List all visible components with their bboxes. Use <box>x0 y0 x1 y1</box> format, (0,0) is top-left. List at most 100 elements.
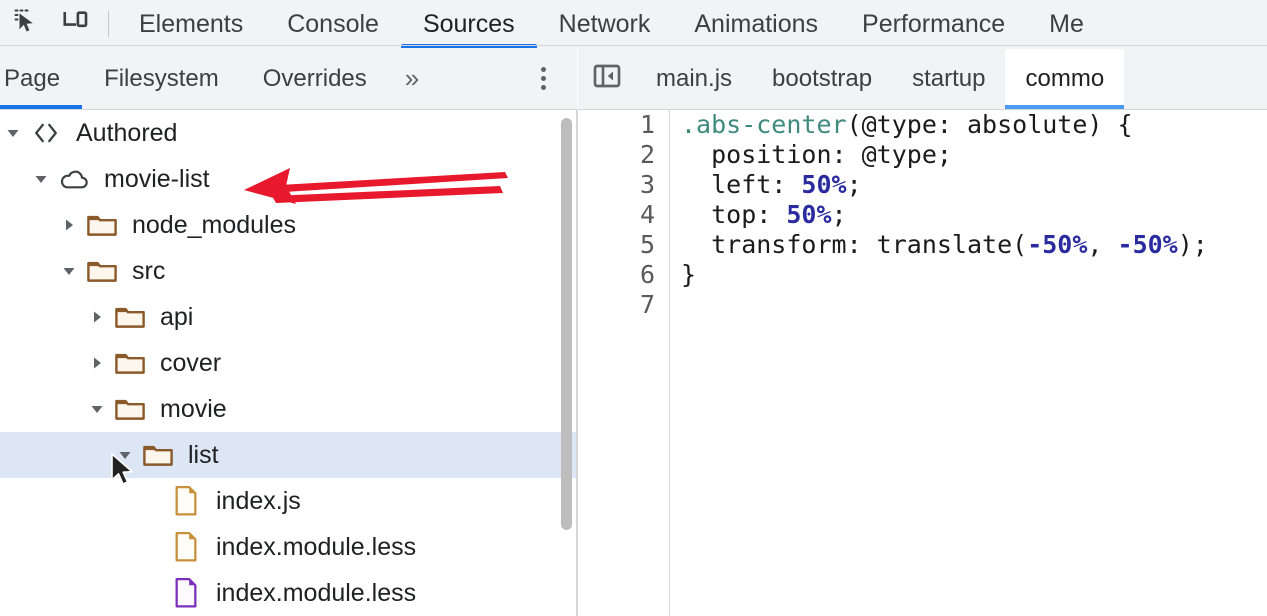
editor-tab-common[interactable]: commo <box>1005 48 1125 109</box>
panel-tab-elements[interactable]: Elements <box>117 0 265 48</box>
chevron-down-icon[interactable] <box>84 386 110 432</box>
tree-row-movie-list[interactable]: movie-list <box>0 156 577 202</box>
code-token: transform: translate( <box>681 230 1028 259</box>
collapse-sidebar-icon <box>591 60 623 97</box>
code-token: .abs-center <box>681 110 847 139</box>
line-number: 2 <box>639 140 655 169</box>
inspect-element-button[interactable] <box>4 3 52 45</box>
code-line: .abs-center(@type: absolute) { <box>681 110 1267 140</box>
code-line: top: 50%; <box>681 200 1267 230</box>
editor-tab-startup[interactable]: startup <box>892 49 1005 109</box>
chevron-right-icon[interactable] <box>84 340 110 386</box>
code-token: -50% <box>1027 230 1088 259</box>
tree-item-label: index.module.less <box>216 578 417 607</box>
tree-row-list[interactable]: list <box>0 432 577 478</box>
line-number: 7 <box>639 290 655 319</box>
file-js-icon <box>166 524 206 570</box>
code-line: } <box>681 260 1267 290</box>
panel-tab-network[interactable]: Network <box>537 0 673 48</box>
code-line: left: 50%; <box>681 170 1267 200</box>
folder-icon <box>82 248 122 294</box>
navigator-tab-overrides[interactable]: Overrides <box>241 49 389 109</box>
tree-row-cover[interactable]: cover <box>0 340 577 386</box>
navigator-kebab-menu-icon[interactable] <box>519 55 567 103</box>
tree-row-movie[interactable]: movie <box>0 386 577 432</box>
tree-item-label: movie <box>160 394 227 423</box>
toolbar-divider <box>108 11 109 37</box>
chevron-down-icon[interactable] <box>28 156 54 202</box>
navigator-tab-page[interactable]: Page <box>0 49 83 109</box>
code-editor[interactable]: 1 2 3 4 5 6 7 .abs-center(@type: absolut… <box>578 110 1267 616</box>
tree-item-label: cover <box>160 348 222 377</box>
code-token: top: <box>681 200 787 229</box>
code-token: ; <box>846 170 862 199</box>
panel-tab-memory[interactable]: Me <box>1027 0 1106 48</box>
navigator-scrollbar-thumb[interactable] <box>561 118 572 530</box>
tree-row-index-module-less[interactable]: index.module.less <box>0 524 577 570</box>
tree-item-label: api <box>160 302 194 331</box>
chevron-right-icon[interactable] <box>84 294 110 340</box>
collapse-sidebar-button[interactable] <box>578 48 636 110</box>
navigator-editor-splitter[interactable] <box>576 110 578 616</box>
device-toolbar-icon <box>61 7 91 42</box>
tree-row-api[interactable]: api <box>0 294 577 340</box>
devtools-panel-tabbar: Elements Console Sources Network Animati… <box>0 0 1267 48</box>
code-line: transform: translate(-50%, -50%); <box>681 230 1267 260</box>
chevron-right-icon[interactable] <box>56 202 82 248</box>
tree-item-label: index.module.less <box>216 532 417 561</box>
tree-row-src[interactable]: src <box>0 248 577 294</box>
folder-icon <box>82 202 122 248</box>
tree-item-label: node_modules <box>132 210 297 239</box>
navigator-more-tabs-chevron-icon[interactable]: » <box>389 63 432 94</box>
panel-tab-animations[interactable]: Animations <box>672 0 840 48</box>
inspect-element-icon <box>13 7 43 42</box>
code-line: position: @type; <box>681 140 1267 170</box>
panel-tab-console[interactable]: Console <box>265 0 401 48</box>
tree-item-label: src <box>132 256 166 285</box>
code-token: (@type: absolute) { <box>846 110 1133 139</box>
editor-code-content[interactable]: .abs-center(@type: absolute) { position:… <box>671 110 1267 616</box>
navigator-file-tree[interactable]: Authored movie-list node_modulessrc api cove… <box>0 110 577 616</box>
devtools-toolbar-icons <box>0 0 117 48</box>
code-brackets-icon <box>26 110 66 156</box>
tree-row-authored[interactable]: Authored <box>0 110 577 156</box>
code-token: 50% <box>786 200 832 229</box>
tree-row-node-modules[interactable]: node_modules <box>0 202 577 248</box>
file-style-icon <box>166 570 206 616</box>
toggle-device-toolbar-button[interactable] <box>52 3 100 45</box>
editor-tab-bootstrap[interactable]: bootstrap <box>752 49 892 109</box>
line-number: 1 <box>639 110 655 139</box>
panel-tab-sources[interactable]: Sources <box>400 0 537 48</box>
tree-item-label: index.js <box>216 486 301 515</box>
line-number: 6 <box>639 260 655 289</box>
folder-icon <box>110 340 150 386</box>
editor-tabbar: main.js bootstrap startup commo <box>578 48 1267 110</box>
code-token: ); <box>1177 230 1208 259</box>
sources-subtoolbar: Page Filesystem Overrides » main.js boot… <box>0 48 1267 110</box>
tree-row-index-module-less[interactable]: index.module.less <box>0 570 577 616</box>
folder-icon <box>110 386 150 432</box>
code-token: , <box>1087 230 1118 259</box>
line-number: 5 <box>639 230 655 259</box>
editor-line-number-gutter: 1 2 3 4 5 6 7 <box>578 110 670 616</box>
tree-item-label: list <box>188 440 219 469</box>
tree-row-index-js[interactable]: index.js <box>0 478 577 524</box>
code-token: 50% <box>801 170 847 199</box>
panel-tab-performance[interactable]: Performance <box>840 0 1027 48</box>
tree-item-label: movie-list <box>104 164 210 193</box>
editor-tab-main-js[interactable]: main.js <box>636 49 752 109</box>
chevron-down-icon[interactable] <box>0 110 26 156</box>
navigator-tab-filesystem[interactable]: Filesystem <box>82 49 241 109</box>
chevron-down-icon[interactable] <box>56 248 82 294</box>
folder-icon <box>110 294 150 340</box>
code-token: ; <box>831 200 847 229</box>
file-js-icon <box>166 478 206 524</box>
chevron-down-icon[interactable] <box>112 432 138 478</box>
code-token: -50% <box>1117 230 1178 259</box>
navigator-tabbar: Page Filesystem Overrides » <box>0 48 577 110</box>
tree-item-label: Authored <box>76 118 178 147</box>
